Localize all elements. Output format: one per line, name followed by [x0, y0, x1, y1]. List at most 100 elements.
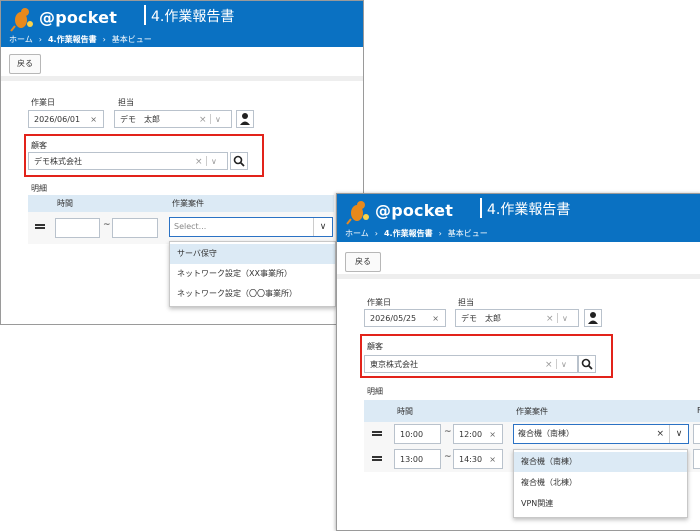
clear-icon[interactable]: ×: [489, 425, 496, 443]
assignee-select[interactable]: デモ 太郎 × ∨: [114, 110, 232, 128]
breadcrumb-separator: ›: [38, 35, 42, 44]
chevron-down-icon[interactable]: ∨: [211, 153, 217, 169]
user-picker-button[interactable]: [584, 309, 602, 327]
dropdown-option[interactable]: VPN関連: [514, 494, 687, 514]
dropdown-option[interactable]: ネットワーク設定（XX事業所）: [170, 264, 335, 284]
assignee-select[interactable]: デモ 太郎 × ∨: [455, 309, 579, 327]
customer-search-button[interactable]: [230, 152, 248, 170]
select-separator: [556, 359, 557, 369]
user-picker-button[interactable]: [236, 110, 254, 128]
project-placeholder: Select...: [174, 222, 207, 231]
breadcrumb-report[interactable]: 4.作業報告書: [384, 229, 433, 238]
breadcrumb: ホーム › 4.作業報告書 › 基本ビュー: [1, 35, 363, 47]
clear-icon[interactable]: ×: [90, 111, 97, 127]
window-report-2: @pocket 4.作業報告書 ホーム › 4.作業報告書 › 基本ビュー 戻る 作業日…: [336, 193, 700, 531]
work-date-field[interactable]: 2026/06/01 ×: [28, 110, 104, 128]
drag-handle-icon[interactable]: [372, 456, 382, 461]
kangaroo-logo-icon: [346, 201, 369, 225]
time-range-separator: ~: [444, 452, 452, 462]
assignee-label: 担当: [118, 98, 134, 107]
work-date-label: 作業日: [367, 298, 391, 307]
assignee-value: デモ 太郎: [461, 314, 501, 323]
end-time-input[interactable]: [112, 218, 158, 238]
breadcrumb-view[interactable]: 基本ビュー: [448, 229, 488, 238]
customer-select[interactable]: デモ株式会社 × ∨: [28, 152, 228, 170]
select-separator: [210, 114, 211, 124]
app-header: @pocket 4.作業報告書: [337, 194, 700, 228]
search-icon: [233, 155, 245, 167]
dropdown-option[interactable]: 複合機（南棟）: [514, 452, 687, 472]
clear-icon[interactable]: ×: [546, 310, 554, 326]
drag-handle-icon[interactable]: [372, 431, 382, 436]
start-time-input[interactable]: [55, 218, 100, 238]
column-project: 作業案件: [516, 407, 548, 416]
back-button[interactable]: 戻る: [9, 54, 41, 74]
time-range-separator: ~: [103, 220, 111, 230]
select-controls: × ∨: [543, 356, 577, 372]
page-title: 4.作業報告書: [487, 202, 571, 218]
user-icon: [588, 312, 598, 324]
customer-value: 東京株式会社: [370, 360, 418, 369]
chevron-down-icon[interactable]: ∨: [561, 356, 567, 372]
back-button[interactable]: 戻る: [345, 252, 381, 272]
logo-text: @pocket: [375, 201, 454, 220]
breadcrumb-home[interactable]: ホーム: [9, 35, 33, 44]
page-title: 4.作業報告書: [151, 9, 235, 25]
app-header: @pocket 4.作業報告書: [1, 1, 363, 35]
toolbar-separator: [337, 274, 700, 279]
drag-handle-icon[interactable]: [35, 224, 45, 229]
project-dropdown: 複合機（南棟） 複合機（北棟） VPN関連: [513, 449, 688, 518]
customer-value: デモ株式会社: [34, 157, 82, 166]
chevron-down-icon[interactable]: ∨: [313, 218, 332, 236]
breadcrumb-report[interactable]: 4.作業報告書: [48, 35, 97, 44]
project-select[interactable]: Select... ∨: [169, 217, 333, 237]
header-divider: [480, 198, 482, 218]
clear-icon[interactable]: ×: [656, 425, 664, 443]
breadcrumb-separator: ›: [374, 229, 378, 238]
work-date-field[interactable]: 2026/05/25 ×: [364, 309, 446, 327]
column-time: 時間: [57, 199, 73, 208]
detail-grid-header: 時間 作業案件 F: [364, 400, 700, 422]
select-separator: [557, 313, 558, 323]
detail-label: 明細: [367, 387, 383, 396]
start-time-input[interactable]: 10:00: [394, 424, 441, 444]
column-project: 作業案件: [172, 199, 204, 208]
chevron-down-icon[interactable]: ∨: [669, 425, 688, 443]
end-time-input[interactable]: 12:00 ×: [453, 424, 503, 444]
customer-search-button[interactable]: [578, 355, 596, 373]
breadcrumb: ホーム › 4.作業報告書 › 基本ビュー: [337, 228, 700, 242]
start-time-value: 10:00: [400, 430, 424, 439]
extra-field[interactable]: [693, 449, 700, 469]
chevron-down-icon[interactable]: ∨: [215, 111, 221, 127]
customer-label: 顧客: [31, 141, 47, 150]
work-date-label: 作業日: [31, 98, 55, 107]
clear-icon[interactable]: ×: [195, 153, 203, 169]
clear-icon[interactable]: ×: [432, 310, 439, 326]
extra-field[interactable]: [693, 424, 700, 444]
breadcrumb-separator: ›: [102, 35, 106, 44]
breadcrumb-separator: ›: [438, 229, 442, 238]
dropdown-option[interactable]: 複合機（北棟）: [514, 473, 687, 493]
start-time-value: 13:00: [400, 455, 424, 464]
customer-select[interactable]: 東京株式会社 × ∨: [364, 355, 578, 373]
end-time-value: 12:00: [459, 430, 483, 439]
start-time-input[interactable]: 13:00: [394, 449, 441, 469]
breadcrumb-view[interactable]: 基本ビュー: [112, 35, 152, 44]
dropdown-option[interactable]: ネットワーク設定（〇〇事業所）: [170, 284, 335, 304]
end-time-value: 14:30: [459, 455, 483, 464]
select-controls: × ∨: [193, 153, 227, 169]
clear-icon[interactable]: ×: [489, 450, 496, 468]
breadcrumb-home[interactable]: ホーム: [345, 229, 369, 238]
kangaroo-logo-icon: [10, 8, 33, 32]
chevron-down-icon[interactable]: ∨: [562, 310, 568, 326]
select-controls: × ∨: [197, 111, 231, 127]
assignee-label: 担当: [458, 298, 474, 307]
column-time: 時間: [397, 407, 413, 416]
project-select[interactable]: 複合機（南棟） × ∨: [513, 424, 689, 444]
toolbar-separator: [1, 76, 363, 81]
end-time-input[interactable]: 14:30 ×: [453, 449, 503, 469]
clear-icon[interactable]: ×: [545, 356, 553, 372]
clear-icon[interactable]: ×: [199, 111, 207, 127]
dropdown-option[interactable]: サーバ保守: [170, 244, 335, 264]
detail-label: 明細: [31, 184, 47, 193]
